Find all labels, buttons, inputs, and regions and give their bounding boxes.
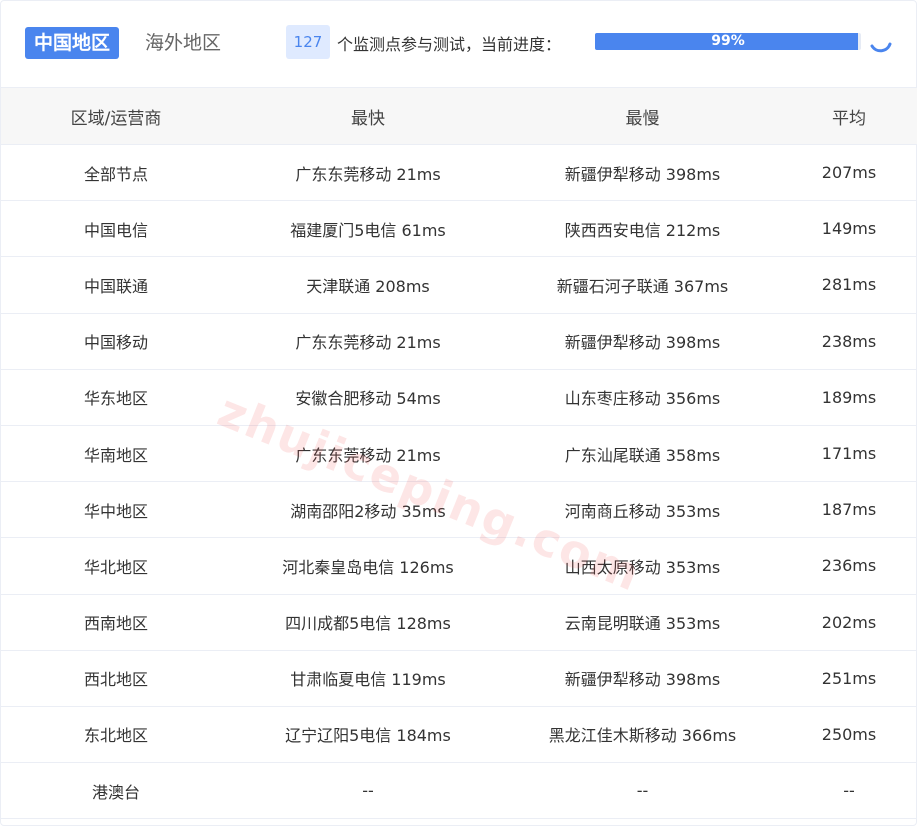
cell-fastest: 四川成都5电信 128ms xyxy=(285,614,451,634)
cell-average: -- xyxy=(843,781,855,801)
table-body: 全部节点 广东东莞移动 21ms 新疆伊犁移动 398ms 207ms 中国电信 福建厦门… xyxy=(1,145,917,820)
cell-slowest: 新疆伊犁移动 398ms xyxy=(564,670,721,690)
cell-average: 202ms xyxy=(821,612,877,632)
result-header: 中国地区 海外地区 127 个监测点参与测试，当前进度： 99% xyxy=(1,1,917,87)
cell-average: 251ms xyxy=(821,668,877,688)
table-row: 中国电信 福建厦门5电信 61ms 陕西西安电信 212ms 149ms xyxy=(1,201,917,258)
cell-fastest: 广东东莞移动 21ms xyxy=(295,445,441,465)
cell-slowest: 陕西西安电信 212ms xyxy=(564,220,721,240)
progress-description: 个监测点参与测试，当前进度： xyxy=(337,35,562,54)
column-header-average: 平均 xyxy=(832,108,866,129)
cell-region: 华中地区 xyxy=(83,501,148,521)
cell-average: 236ms xyxy=(821,556,877,576)
cell-region: 中国电信 xyxy=(83,220,148,240)
cell-average: 187ms xyxy=(821,500,877,520)
cell-region: 港澳台 xyxy=(91,782,140,802)
cell-fastest: 甘肃临夏电信 119ms xyxy=(290,670,446,690)
table-row: 中国移动 广东东莞移动 21ms 新疆伊犁移动 398ms 238ms xyxy=(1,314,917,370)
cell-fastest: 广东东莞移动 21ms xyxy=(295,164,441,184)
monitor-count-badge: 127 xyxy=(286,25,330,59)
cell-average: 250ms xyxy=(821,724,877,744)
cell-fastest: 湖南邵阳2移动 35ms xyxy=(290,501,446,521)
loading-spinner-icon xyxy=(870,42,892,53)
column-header-slowest: 最慢 xyxy=(625,108,660,129)
table-row: 西北地区 甘肃临夏电信 119ms 新疆伊犁移动 398ms 251ms xyxy=(1,651,917,707)
cell-slowest: 云南昆明联通 353ms xyxy=(564,614,721,634)
table-row: 华北地区 河北秦皇岛电信 126ms 山西太原移动 353ms 236ms xyxy=(1,538,917,595)
table-row: 西南地区 四川成都5电信 128ms 云南昆明联通 353ms 202ms xyxy=(1,595,917,651)
cell-fastest: 辽宁辽阳5电信 184ms xyxy=(285,726,451,746)
cell-fastest: 福建厦门5电信 61ms xyxy=(290,220,446,240)
table-row: 华南地区 广东东莞移动 21ms 广东汕尾联通 358ms 171ms xyxy=(1,426,917,483)
cell-slowest: 新疆石河子联通 367ms xyxy=(556,276,729,296)
tab-overseas-region[interactable]: 海外地区 xyxy=(136,27,230,59)
tab-china-region[interactable]: 中国地区 xyxy=(25,27,120,59)
results-table: 区域/运营商 最快 最慢 平均 全部节点 广东东莞移动 21ms 新疆伊犁移动 39… xyxy=(1,87,917,820)
cell-slowest: 山西太原移动 353ms xyxy=(564,557,721,577)
cell-region: 华东地区 xyxy=(83,389,148,409)
table-row: 华东地区 安徽合肥移动 54ms 山东枣庄移动 356ms 189ms xyxy=(1,370,917,426)
speed-test-card: 中国地区 海外地区 127 个监测点参与测试，当前进度： 99% 区域/运营商 … xyxy=(0,0,917,826)
cell-slowest: 山东枣庄移动 356ms xyxy=(564,389,721,409)
cell-region: 西南地区 xyxy=(83,614,148,634)
cell-slowest: 新疆伊犁移动 398ms xyxy=(564,164,721,184)
cell-average: 171ms xyxy=(821,444,877,464)
progress-bar: 99% xyxy=(595,33,861,50)
cell-fastest: -- xyxy=(362,781,374,801)
cell-fastest: 安徽合肥移动 54ms xyxy=(295,389,441,409)
table-row: 港澳台 -- -- -- xyxy=(1,763,917,820)
table-header-row: 区域/运营商 最快 最慢 平均 xyxy=(1,87,917,145)
cell-region: 华南地区 xyxy=(83,445,148,465)
cell-region: 全部节点 xyxy=(83,164,148,184)
cell-average: 281ms xyxy=(821,275,877,295)
table-row: 东北地区 辽宁辽阳5电信 184ms 黑龙江佳木斯移动 366ms 250ms xyxy=(1,707,917,764)
cell-slowest: 河南商丘移动 353ms xyxy=(564,501,721,521)
cell-region: 中国联通 xyxy=(83,276,148,296)
cell-region: 西北地区 xyxy=(83,670,148,690)
table-row: 全部节点 广东东莞移动 21ms 新疆伊犁移动 398ms 207ms xyxy=(1,145,917,202)
cell-average: 149ms xyxy=(821,219,877,239)
cell-fastest: 广东东莞移动 21ms xyxy=(295,333,441,353)
progress-percent-label: 99% xyxy=(711,33,745,49)
column-header-region: 区域/运营商 xyxy=(70,108,162,129)
cell-region: 华北地区 xyxy=(83,557,148,577)
cell-average: 238ms xyxy=(821,331,877,351)
cell-slowest: 黑龙江佳木斯移动 366ms xyxy=(548,726,737,746)
cell-fastest: 河北秦皇岛电信 126ms xyxy=(282,557,454,577)
table-row: 华中地区 湖南邵阳2移动 35ms 河南商丘移动 353ms 187ms xyxy=(1,482,917,539)
cell-region: 东北地区 xyxy=(83,726,148,746)
cell-slowest: 新疆伊犁移动 398ms xyxy=(564,333,721,353)
cell-average: 189ms xyxy=(821,387,877,407)
cell-region: 中国移动 xyxy=(83,333,148,353)
table-row: 中国联通 天津联通 208ms 新疆石河子联通 367ms 281ms xyxy=(1,257,917,314)
cell-fastest: 天津联通 208ms xyxy=(306,276,430,296)
column-header-fastest: 最快 xyxy=(351,108,385,129)
cell-average: 207ms xyxy=(821,163,877,183)
cell-slowest: -- xyxy=(636,781,649,801)
cell-slowest: 广东汕尾联通 358ms xyxy=(564,445,721,465)
